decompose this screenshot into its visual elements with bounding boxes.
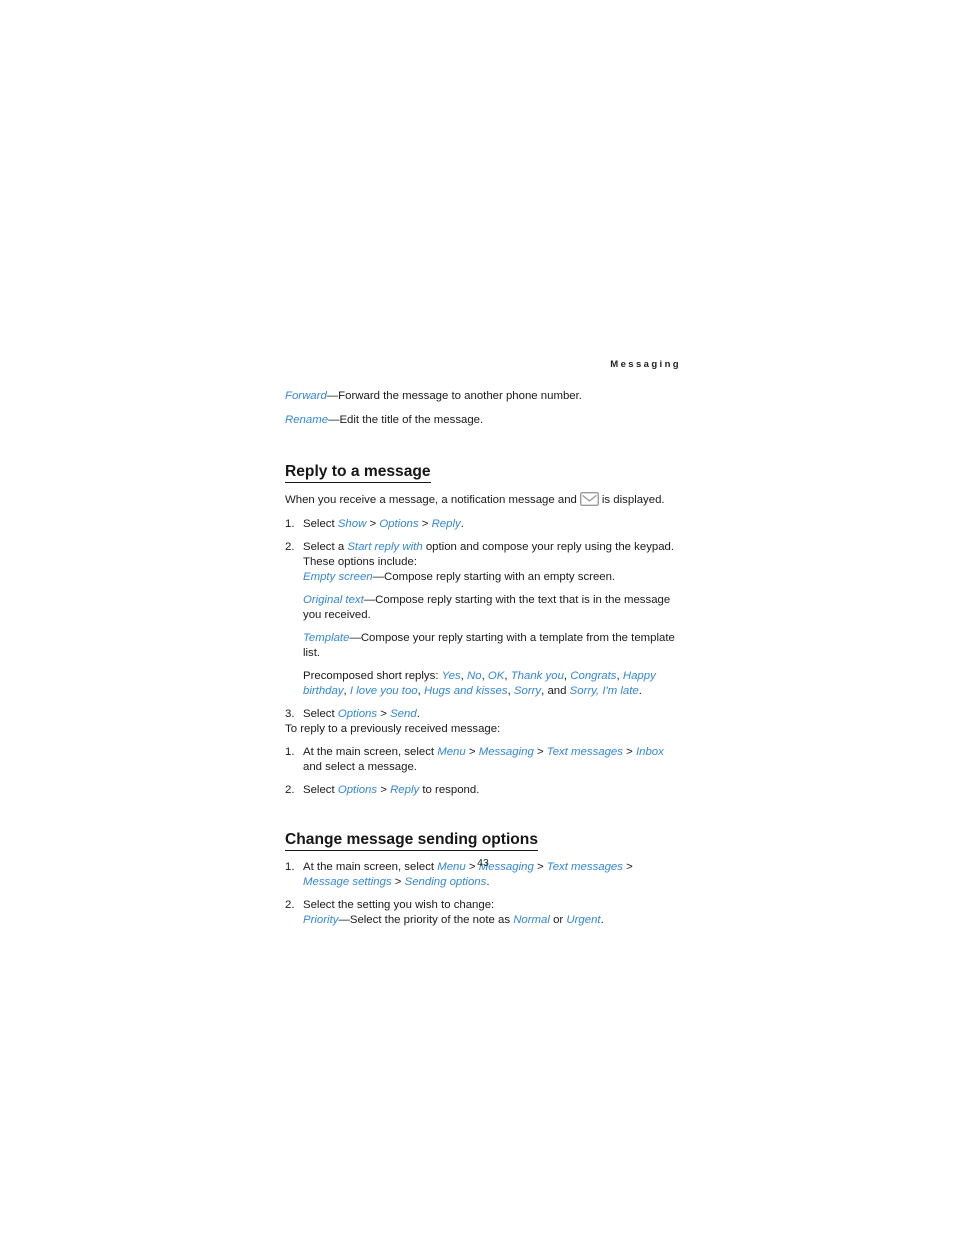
list-item: 2. Select the setting you wish to change: — [285, 898, 681, 913]
term-sending-options: Sending options — [404, 876, 487, 889]
list-number: 2. — [285, 899, 295, 912]
reply-step3-list: 3. Select Options > Send. — [285, 707, 681, 722]
term-start-reply-with: Start reply with — [347, 540, 423, 553]
term-empty-screen: Empty screen — [303, 570, 373, 583]
heading-sending-wrap: Change message sending options — [285, 814, 681, 860]
step-suffix: and select a message. — [303, 760, 417, 773]
term-options: Options — [379, 517, 419, 530]
list-item: 1. Select Show > Options > Reply. — [285, 517, 464, 530]
heading-reply-to-a-message: Reply to a message — [285, 463, 431, 483]
step-prefix: At the main screen, select — [303, 745, 438, 758]
term-message-settings: Message settings — [303, 876, 392, 889]
step-text: Select the setting you wish to change: — [303, 899, 495, 912]
reply-lead-paragraph: When you receive a message, a notificati… — [285, 491, 681, 508]
term-options: Options — [337, 783, 378, 796]
heading-reply-wrap: Reply to a message — [285, 446, 681, 492]
priority-text-after: . — [600, 914, 604, 927]
precomposed-replies-paragraph: Precomposed short replys: Yes, No, OK, T… — [303, 669, 656, 697]
list-number: 1. — [285, 517, 295, 530]
term-template: Template — [303, 631, 350, 644]
page-content: Messaging Forward—Forward the message to… — [285, 360, 681, 936]
reply-hugs-and-kisses: Hugs and kisses — [423, 684, 508, 697]
list-item: 2. Select Options > Reply to respond. — [285, 783, 480, 796]
option-empty-screen-text: —Compose reply starting with an empty sc… — [372, 570, 616, 583]
option-empty-screen: Empty screen—Compose reply starting with… — [303, 570, 681, 585]
envelope-icon — [579, 491, 599, 506]
term-show: Show — [337, 517, 367, 530]
step-prefix: Select — [303, 707, 338, 720]
list-item: 3. Select Options > Send. — [285, 707, 420, 720]
precomposed-label: Precomposed short replys: — [303, 669, 442, 682]
previously-received-lead: To reply to a previously received messag… — [285, 722, 501, 735]
heading-change-message-sending-options: Change message sending options — [285, 831, 539, 852]
priority-conjunction: or — [549, 914, 567, 927]
precomposed-and: and — [547, 684, 567, 697]
reply-lead-after: is displayed. — [601, 493, 665, 506]
step-prefix: Select — [303, 783, 338, 796]
term-options: Options — [337, 707, 378, 720]
term-normal: Normal — [513, 914, 550, 927]
priority-definition: Priority—Select the priority of the note… — [303, 913, 681, 928]
step-suffix: . — [416, 707, 420, 720]
term-text-messages: Text messages — [546, 745, 623, 758]
forward-description: —Forward the message to another phone nu… — [326, 389, 582, 402]
reply-lead-before: When you receive a message, a notificati… — [285, 493, 577, 506]
term-rename: Rename — [285, 413, 329, 426]
term-menu: Menu — [437, 745, 466, 758]
step-prefix: Select a — [303, 540, 348, 553]
list-number: 1. — [285, 745, 295, 758]
term-forward: Forward — [285, 389, 327, 402]
option-original-text: Original text—Compose reply starting wit… — [303, 593, 681, 623]
list-number: 2. — [285, 783, 295, 796]
list-item: 1. At the main screen, select Menu > Mess… — [285, 745, 664, 773]
running-header: Messaging — [610, 359, 681, 370]
document-page: Messaging Forward—Forward the message to… — [0, 0, 954, 1235]
step-prefix: Select — [303, 517, 338, 530]
term-reply: Reply — [431, 517, 461, 530]
previously-received-steps-list: 1. At the main screen, select Menu > Mess… — [285, 745, 681, 798]
term-original-text: Original text — [303, 593, 364, 606]
reply-sorry-im-late: Sorry, I'm late — [569, 684, 639, 697]
forward-definition: Forward—Forward the message to another p… — [285, 389, 681, 404]
step-suffix: . — [486, 876, 490, 889]
reply-thank-you: Thank you — [510, 669, 564, 682]
term-reply: Reply — [390, 783, 420, 796]
priority-text-before: —Select the priority of the note as — [338, 914, 514, 927]
reply-sorry: Sorry — [513, 684, 542, 697]
step-suffix: . — [460, 517, 464, 530]
reply-i-love-you-too: I love you too — [349, 684, 418, 697]
option-template-text: —Compose your reply starting with a temp… — [303, 631, 675, 659]
list-number: 2. — [285, 540, 295, 553]
rename-description: —Edit the title of the message. — [328, 413, 484, 426]
page-number: 43 — [477, 857, 489, 869]
term-priority: Priority — [303, 914, 339, 927]
reply-yes: Yes — [441, 669, 461, 682]
list-number: 3. — [285, 707, 295, 720]
rename-definition: Rename—Edit the title of the message. — [285, 413, 681, 428]
list-item: 2. Select a Start reply with option and c… — [285, 540, 681, 570]
reply-steps-list: 1. Select Show > Options > Reply. 2. Selec… — [285, 517, 681, 570]
reply-congrats: Congrats — [570, 669, 617, 682]
reply-ok: OK — [487, 669, 505, 682]
option-template: Template—Compose your reply starting wit… — [303, 631, 681, 661]
term-inbox: Inbox — [635, 745, 664, 758]
term-send: Send — [390, 707, 417, 720]
term-messaging: Messaging — [478, 745, 534, 758]
reply-no: No — [467, 669, 482, 682]
term-urgent: Urgent — [566, 914, 601, 927]
step-suffix: to respond. — [419, 783, 480, 796]
